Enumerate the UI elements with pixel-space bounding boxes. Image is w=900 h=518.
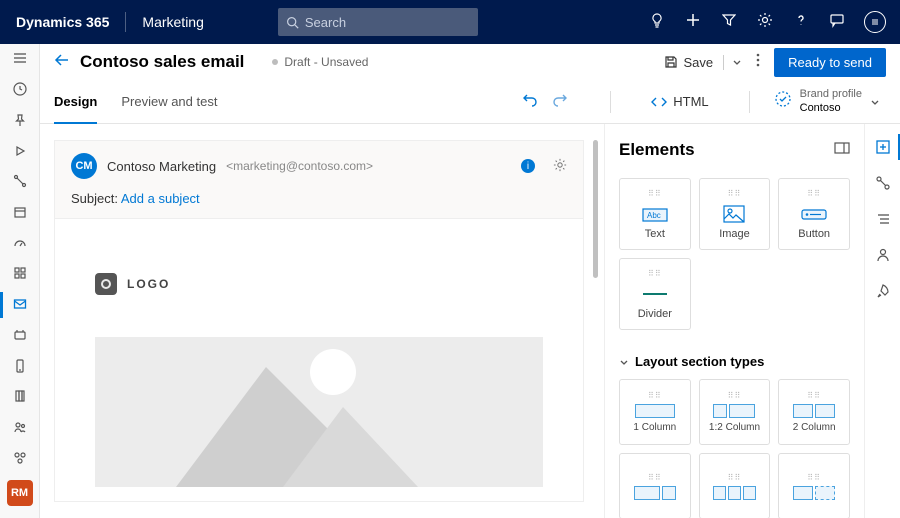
page-title: Contoso sales email: [80, 52, 244, 72]
connect-icon[interactable]: [874, 174, 892, 192]
save-icon: [664, 55, 678, 69]
element-divider[interactable]: ⠿⠿ Divider: [619, 258, 691, 330]
page: Contoso sales email Draft - Unsaved Save…: [40, 44, 900, 518]
layout-custom[interactable]: ⠿⠿: [778, 453, 850, 518]
layout-section-title[interactable]: Layout section types: [619, 354, 850, 369]
canvas-wrap: CM Contoso Marketing <marketing@contoso.…: [40, 124, 604, 518]
svg-text:Abc: Abc: [647, 211, 661, 220]
outline-icon[interactable]: [874, 210, 892, 228]
module[interactable]: Marketing: [126, 14, 219, 30]
speed-icon[interactable]: [11, 234, 29, 251]
panel-toggle-icon[interactable]: [834, 141, 850, 159]
brand-profile-button[interactable]: Brand profile Contoso: [774, 88, 880, 114]
search-icon: [286, 16, 299, 29]
from-email: <marketing@contoso.com>: [226, 159, 373, 173]
mail-icon[interactable]: [11, 296, 29, 313]
undo-button[interactable]: [522, 91, 538, 112]
tab-bar: Design Preview and test HTML Brand profi…: [40, 80, 900, 124]
people-icon[interactable]: [11, 419, 29, 436]
canvas-scrollbar[interactable]: [593, 140, 598, 502]
layout-1-2-column[interactable]: ⠿⠿ 1:2 Column: [699, 379, 771, 445]
far-right-rail: [864, 124, 900, 518]
image-placeholder[interactable]: [95, 337, 543, 487]
header-gear-icon[interactable]: [553, 158, 567, 175]
gear-icon[interactable]: [756, 11, 774, 29]
title-bar: Contoso sales email Draft - Unsaved Save…: [40, 44, 900, 80]
top-nav: Dynamics 365 Marketing Search: [0, 0, 900, 44]
save-button[interactable]: Save: [664, 55, 743, 70]
account-icon[interactable]: [864, 11, 886, 33]
chat-icon[interactable]: [828, 11, 846, 29]
from-avatar: CM: [71, 153, 97, 179]
phone-icon[interactable]: [11, 357, 29, 374]
right-panel: Elements ⠿⠿ Abc Text ⠿⠿ Image ⠿⠿ Button: [604, 124, 864, 518]
left-rail: RM: [0, 44, 40, 518]
tab-preview[interactable]: Preview and test: [121, 80, 217, 123]
status-badge: Draft - Unsaved: [272, 55, 368, 69]
person-icon[interactable]: [874, 246, 892, 264]
info-icon[interactable]: i: [521, 159, 535, 173]
layout-extra-1[interactable]: ⠿⠿: [619, 453, 691, 518]
chevron-down-icon: [870, 97, 880, 107]
search-placeholder: Search: [305, 15, 346, 30]
element-image[interactable]: ⠿⠿ Image: [699, 178, 771, 250]
rocket-icon[interactable]: [874, 282, 892, 300]
brand[interactable]: Dynamics 365: [0, 14, 125, 30]
elements-tab-icon[interactable]: [874, 138, 892, 156]
email-body[interactable]: LOGO: [55, 219, 583, 487]
email-canvas[interactable]: CM Contoso Marketing <marketing@contoso.…: [54, 140, 584, 502]
badge-icon: [774, 90, 792, 113]
book-icon[interactable]: [11, 388, 29, 405]
grid-icon[interactable]: [11, 265, 29, 282]
back-button[interactable]: [54, 52, 70, 73]
html-button[interactable]: HTML: [651, 94, 708, 109]
journey-icon[interactable]: [11, 173, 29, 190]
search-box[interactable]: Search: [278, 8, 478, 36]
add-subject-link[interactable]: Add a subject: [121, 191, 200, 206]
chevron-down-icon[interactable]: [723, 55, 742, 70]
lightbulb-icon[interactable]: [648, 11, 666, 29]
element-text[interactable]: ⠿⠿ Abc Text: [619, 178, 691, 250]
segment-icon[interactable]: [11, 449, 29, 466]
add-icon[interactable]: [684, 11, 702, 29]
email-header: CM Contoso Marketing <marketing@contoso.…: [55, 141, 583, 219]
more-button[interactable]: [756, 53, 760, 72]
calendar-icon[interactable]: [11, 204, 29, 221]
chevron-down-icon: [619, 357, 629, 367]
filter-icon[interactable]: [720, 11, 738, 29]
logo-text: LOGO: [127, 277, 170, 291]
ready-to-send-button[interactable]: Ready to send: [774, 48, 886, 77]
play-icon[interactable]: [11, 142, 29, 159]
elements-title: Elements: [619, 140, 695, 160]
logo-block[interactable]: LOGO: [95, 273, 543, 295]
tab-design[interactable]: Design: [54, 80, 97, 123]
code-icon: [651, 95, 667, 109]
toast-icon[interactable]: [11, 326, 29, 343]
recent-icon[interactable]: [11, 81, 29, 98]
layout-2-column[interactable]: ⠿⠿ 2 Column: [778, 379, 850, 445]
help-icon[interactable]: [792, 11, 810, 29]
from-name: Contoso Marketing: [107, 159, 216, 174]
layout-1-column[interactable]: ⠿⠿ 1 Column: [619, 379, 691, 445]
main-split: CM Contoso Marketing <marketing@contoso.…: [40, 124, 900, 518]
logo-icon: [95, 273, 117, 295]
subject-label: Subject:: [71, 191, 118, 206]
user-avatar[interactable]: RM: [7, 480, 33, 506]
pin-icon[interactable]: [11, 111, 29, 128]
element-button[interactable]: ⠿⠿ Button: [778, 178, 850, 250]
redo-button[interactable]: [552, 91, 568, 112]
layout-extra-2[interactable]: ⠿⠿: [699, 453, 771, 518]
menu-icon[interactable]: [11, 50, 29, 67]
